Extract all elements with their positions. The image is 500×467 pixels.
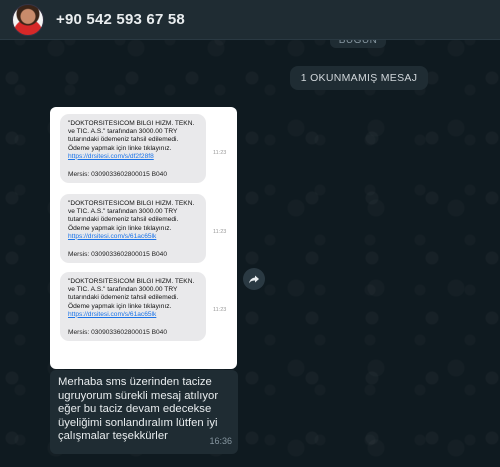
unread-messages-chip: 1 OKUNMAMIŞ MESAJ xyxy=(290,66,428,90)
sms-bubble: "DOKTORSITESICOM BILGI HIZM. TEKN. ve TI… xyxy=(60,114,206,184)
sms-link: https://drsitesi.com/s/61ac65lk xyxy=(68,232,157,240)
sms-link: https://drsitesi.com/s/61ac65lk xyxy=(68,310,157,318)
contact-name[interactable]: +90 542 593 67 58 xyxy=(56,11,185,28)
sms-bubble: "DOKTORSITESICOM BILGI HIZM. TEKN. ve TI… xyxy=(60,194,206,264)
sms-time: 11:23 xyxy=(213,150,227,156)
sms-time: 11:23 xyxy=(213,229,227,235)
forward-button[interactable] xyxy=(243,268,265,290)
sms-bubble: "DOKTORSITESICOM BILGI HIZM. TEKN. ve TI… xyxy=(60,272,206,342)
message-time: 16:36 xyxy=(209,436,232,447)
text-message-bubble[interactable]: Merhaba sms üzerinden tacize ugruyorum s… xyxy=(50,370,238,454)
sms-time: 11:23 xyxy=(213,307,227,313)
forward-arrow-icon xyxy=(249,275,259,284)
sms-link: https://drsitesi.com/s/df2f28f8 xyxy=(68,152,154,160)
sms-text: "DOKTORSITESICOM BILGI HIZM. TEKN. ve TI… xyxy=(68,200,195,232)
sms-mersis: Mersis: 0309033602800015 B040 xyxy=(68,329,167,337)
sms-mersis: Mersis: 0309033602800015 B040 xyxy=(68,171,167,179)
chat-header: +90 542 593 67 58 xyxy=(0,0,500,40)
contact-avatar[interactable] xyxy=(12,3,44,36)
message-text: Merhaba sms üzerinden tacize ugruyorum s… xyxy=(58,376,219,443)
sms-mersis: Mersis: 0309033602800015 B040 xyxy=(68,251,167,259)
sms-text: "DOKTORSITESICOM BILGI HIZM. TEKN. ve TI… xyxy=(68,278,195,310)
sms-text: "DOKTORSITESICOM BILGI HIZM. TEKN. ve TI… xyxy=(68,120,195,152)
